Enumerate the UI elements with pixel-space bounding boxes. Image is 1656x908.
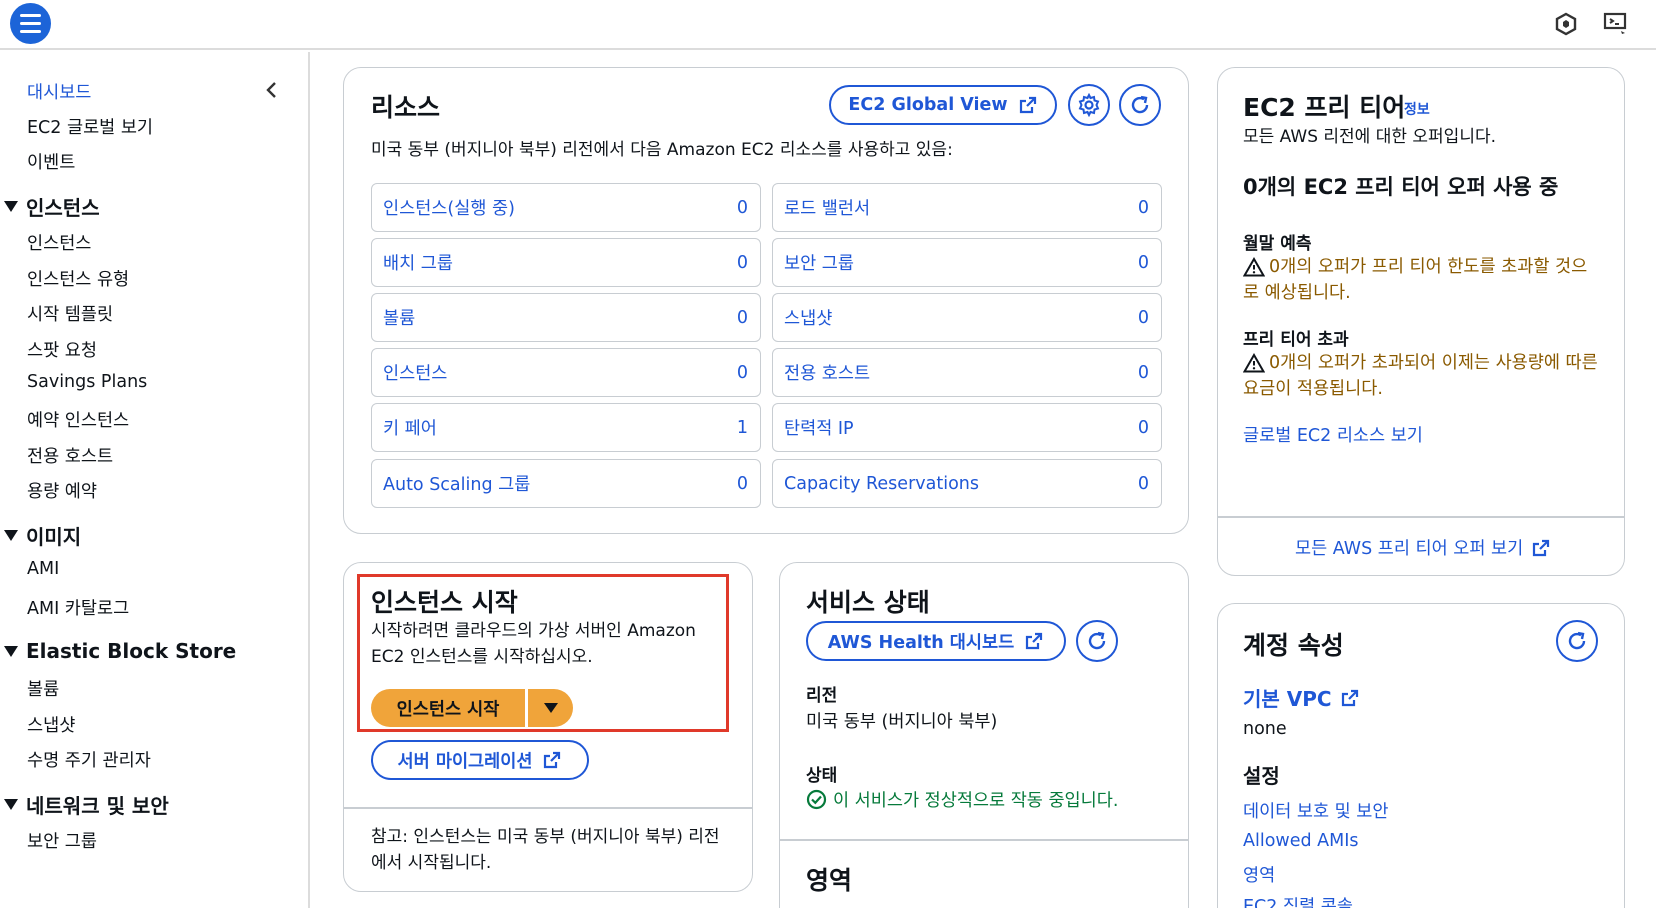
cloudshell-hex-icon[interactable] [1552, 10, 1580, 38]
top-bar [0, 0, 1656, 50]
launch-note-line2: 에서 시작됩니다. [371, 853, 492, 873]
resource-cell-load-balancers[interactable]: 로드 밸런서 0 [772, 183, 1162, 232]
free-tier-title: EC2 프리 티어 [1243, 93, 1406, 122]
external-link-icon [544, 751, 561, 769]
allowed-amis-link[interactable]: Allowed AMIs [1243, 831, 1359, 851]
collapse-sidebar-icon[interactable] [262, 80, 282, 100]
global-ec2-resources-link[interactable]: 글로벌 EC2 리소스 보기 [1243, 422, 1423, 447]
refresh-service-health-button[interactable] [1076, 620, 1118, 662]
sidebar-item-reserved-instances[interactable]: 예약 인스턴스 [27, 407, 129, 432]
sidebar-item-launch-templates[interactable]: 시작 템플릿 [27, 301, 113, 326]
sidebar-item-ami-catalog[interactable]: AMI 카탈로그 [27, 595, 129, 620]
external-link-icon [1026, 632, 1043, 650]
zones-link[interactable]: 영역 [1243, 862, 1275, 887]
preferences-gear-button[interactable] [1068, 84, 1110, 126]
expand-triangle-icon [4, 799, 18, 810]
sidebar-section-ebs[interactable]: Elastic Block Store [4, 639, 236, 663]
resource-cell-volumes[interactable]: 볼륨 0 [371, 293, 761, 342]
sidebar-item-instance-types[interactable]: 인스턴스 유형 [27, 266, 129, 291]
sidebar-item-global-view[interactable]: EC2 글로벌 보기 [27, 114, 153, 139]
launch-divider [344, 807, 752, 809]
expand-triangle-icon [4, 201, 18, 212]
default-vpc-link[interactable]: 기본 VPC [1243, 683, 1360, 712]
refresh-icon [1088, 631, 1106, 650]
resource-cell-placement-groups[interactable]: 배치 그룹 0 [371, 238, 761, 287]
sidebar-item-events[interactable]: 이벤트 [27, 149, 75, 174]
refresh-icon [1568, 631, 1586, 650]
sidebar-nav: 대시보드 EC2 글로벌 보기 이벤트 인스턴스 인스턴스 인스턴스 유형 시작… [0, 52, 310, 908]
sidebar-item-dedicated-hosts[interactable]: 전용 호스트 [27, 443, 113, 468]
warning-icon [1243, 353, 1265, 373]
resources-description: 미국 동부 (버지니아 북부) 리전에서 다음 Amazon EC2 리소스를 … [371, 140, 953, 160]
sidebar-item-capacity-reservations[interactable]: 용량 예약 [27, 478, 97, 503]
sidebar-section-images[interactable]: 이미지 [4, 521, 81, 550]
resource-cell-security-groups[interactable]: 보안 그룹 0 [772, 238, 1162, 287]
ec2-global-view-button[interactable]: EC2 Global View [829, 85, 1057, 125]
external-link-icon [1341, 689, 1358, 706]
free-tier-divider [1218, 516, 1624, 518]
region-value: 미국 동부 (버지니아 북부) [806, 712, 998, 732]
aws-health-dashboard-button[interactable]: AWS Health 대시보드 [806, 621, 1066, 661]
resource-cell-key-pairs[interactable]: 키 페어 1 [371, 403, 761, 452]
external-link-icon [1533, 539, 1550, 556]
sidebar-item-instances[interactable]: 인스턴스 [27, 230, 91, 255]
default-vpc-value: none [1243, 719, 1287, 739]
region-label: 리전 [806, 686, 838, 706]
status-value: 이 서비스가 정상적으로 작동 중입니다. [806, 787, 1118, 812]
sidebar-item-dashboard[interactable]: 대시보드 [27, 79, 91, 104]
data-protection-link[interactable]: 데이터 보호 및 보안 [1243, 798, 1389, 823]
sidebar-item-spot-requests[interactable]: 스팟 요청 [27, 337, 97, 362]
warning-icon [1243, 257, 1265, 277]
free-tier-usage-heading: 0개의 EC2 프리 티어 오퍼 사용 중 [1243, 175, 1559, 199]
check-circle-icon [806, 789, 827, 810]
resources-title: 리소스 [371, 93, 441, 122]
resource-cell-instances[interactable]: 인스턴스 0 [371, 348, 761, 397]
external-link-icon [1019, 96, 1036, 114]
forecast-label: 월말 예측 [1243, 234, 1312, 254]
resource-cell-elastic-ips[interactable]: 탄력적 IP 0 [772, 403, 1162, 452]
free-tier-info-link[interactable]: 정보 [1404, 99, 1430, 119]
free-tier-subtitle: 모든 AWS 리전에 대한 오퍼입니다. [1243, 127, 1496, 147]
serial-console-link[interactable]: EC2 직렬 콘솔 [1243, 893, 1353, 908]
resource-cell-snapshots[interactable]: 스냅샷 0 [772, 293, 1162, 342]
sidebar-item-ami[interactable]: AMI [27, 559, 59, 579]
sidebar-item-savings-plans[interactable]: Savings Plans [27, 372, 147, 392]
resource-cell-auto-scaling-groups[interactable]: Auto Scaling 그룹 0 [371, 459, 761, 508]
zones-title: 영역 [806, 866, 853, 895]
sidebar-section-network-security[interactable]: 네트워크 및 보안 [4, 790, 169, 819]
forecast-warning: 0개의 오퍼가 프리 티어 한도를 초과할 것으 로 예상됩니다. [1243, 257, 1588, 303]
expand-triangle-icon [4, 645, 18, 657]
sidebar-section-instances[interactable]: 인스턴스 [4, 192, 100, 221]
sidebar-item-volumes[interactable]: 볼륨 [27, 676, 59, 701]
server-migration-button[interactable]: 서버 마이그레이션 [371, 740, 589, 780]
menu-icon[interactable] [10, 3, 51, 44]
refresh-account-button[interactable] [1556, 620, 1598, 662]
refresh-icon [1131, 95, 1149, 114]
gear-icon [1078, 93, 1100, 117]
settings-label: 설정 [1243, 764, 1280, 788]
resource-cell-dedicated-hosts[interactable]: 전용 호스트 0 [772, 348, 1162, 397]
status-label: 상태 [806, 766, 838, 786]
service-health-divider [780, 839, 1188, 841]
highlight-box [357, 574, 729, 732]
exceeded-label: 프리 티어 초과 [1243, 330, 1349, 350]
all-free-tier-offers-link[interactable]: 모든 AWS 프리 티어 오퍼 보기 [1295, 535, 1551, 560]
account-attributes-title: 계정 속성 [1243, 631, 1344, 660]
resource-cell-capacity-reservations[interactable]: Capacity Reservations 0 [772, 459, 1162, 508]
launch-note-line1: 참고: 인스턴스는 미국 동부 (버지니아 북부) 리전 [371, 827, 720, 847]
expand-triangle-icon [4, 530, 18, 541]
sidebar-item-snapshots[interactable]: 스냅샷 [27, 712, 75, 737]
sidebar-item-security-groups[interactable]: 보안 그룹 [27, 828, 97, 853]
service-health-title: 서비스 상태 [806, 588, 930, 617]
console-screen-icon[interactable] [1602, 10, 1630, 38]
exceeded-warning: 0개의 오퍼가 초과되어 이제는 사용량에 따른 요금이 적용됩니다. [1243, 353, 1598, 399]
refresh-resources-button[interactable] [1119, 84, 1161, 126]
sidebar-item-lifecycle-manager[interactable]: 수명 주기 관리자 [27, 747, 151, 772]
resource-cell-running-instances[interactable]: 인스턴스(실행 중) 0 [371, 183, 761, 232]
